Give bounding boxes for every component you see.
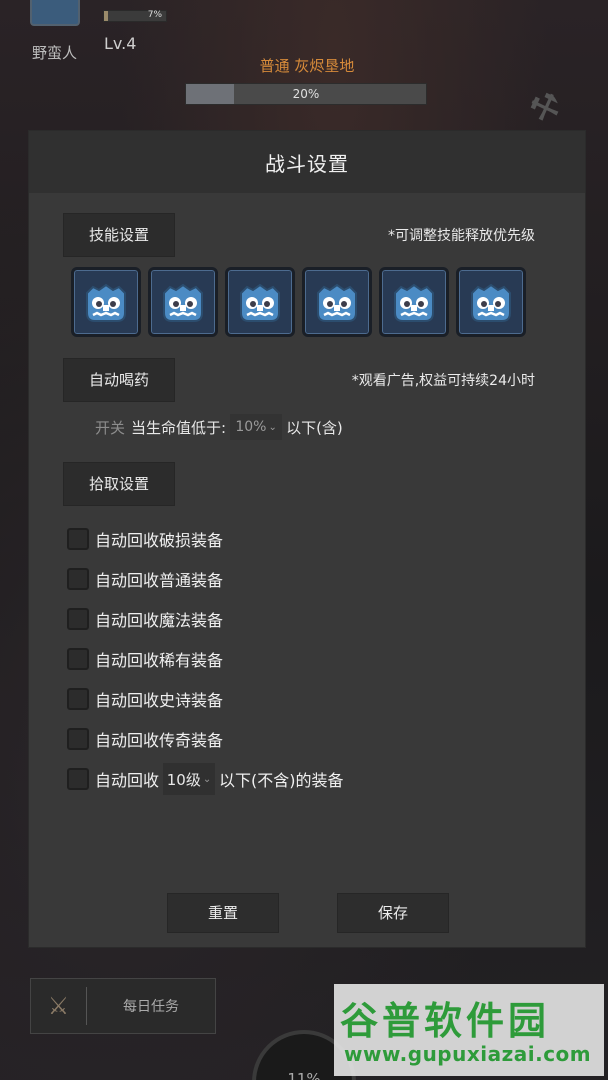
skill-slot[interactable] xyxy=(71,267,141,337)
battle-settings-dialog: 战斗设置 技能设置 *可调整技能释放优先级 自动喝药 *观看广告,权益可持续24… xyxy=(28,130,586,948)
skill-slot[interactable] xyxy=(148,267,218,337)
auto-potion-toggle[interactable] xyxy=(69,416,91,438)
godot-icon xyxy=(156,275,210,329)
pickup-options: 自动回收破损装备 自动回收普通装备 自动回收魔法装备 自动回收稀有装备 自动回收… xyxy=(67,519,344,799)
pickup-level-prefix: 自动回收 xyxy=(95,771,160,790)
save-button[interactable]: 保存 xyxy=(337,893,449,933)
pickup-option-label: 自动回收传奇装备 xyxy=(95,731,224,750)
pickup-option-label: 自动回收破损装备 xyxy=(95,531,224,550)
godot-icon xyxy=(464,275,518,329)
pickup-option-label: 自动回收稀有装备 xyxy=(95,651,224,670)
pickup-option[interactable]: 自动回收普通装备 xyxy=(67,559,344,599)
chevron-down-icon: ⌄ xyxy=(202,773,212,785)
checkbox[interactable] xyxy=(67,648,89,670)
daily-task-button[interactable]: ⚔ 每日任务 xyxy=(30,978,216,1034)
stage-name: 普通 灰烬垦地 xyxy=(259,57,355,75)
skill-slot[interactable] xyxy=(379,267,449,337)
stage-progress-bar: 20% xyxy=(185,83,427,105)
scroll-icon: ⚔ xyxy=(31,987,87,1025)
player-avatar[interactable] xyxy=(30,0,80,26)
skill-settings-note: *可调整技能释放优先级 xyxy=(388,228,535,244)
godot-icon xyxy=(79,275,133,329)
pickup-option[interactable]: 自动回收破损装备 xyxy=(67,519,344,559)
hp-condition-label: 当生命值低于: xyxy=(131,418,227,437)
skill-slot[interactable] xyxy=(225,267,295,337)
godot-icon xyxy=(310,275,364,329)
watermark-url: www.gupuxiazai.com xyxy=(344,1042,592,1066)
exp-bar-fill xyxy=(104,11,109,21)
pickup-level-select[interactable]: 10级 ⌄ xyxy=(163,763,216,795)
pickup-level-value: 10级 xyxy=(166,770,201,789)
skill-settings-button[interactable]: 技能设置 xyxy=(63,213,175,257)
pickup-option-label: 自动回收史诗装备 xyxy=(95,691,224,710)
pickup-option-label: 自动回收魔法装备 xyxy=(95,611,224,630)
checkbox[interactable] xyxy=(67,528,89,550)
exp-bar: 7% xyxy=(103,10,167,22)
skill-slot[interactable] xyxy=(302,267,372,337)
skill-slot[interactable] xyxy=(456,267,526,337)
godot-icon xyxy=(387,275,441,329)
pickup-level-option[interactable]: 自动回收 10级 ⌄ 以下(不含)的装备 xyxy=(67,759,344,799)
auto-potion-button[interactable]: 自动喝药 xyxy=(63,358,175,402)
player-level: Lv.4 xyxy=(104,34,137,53)
pickup-option[interactable]: 自动回收传奇装备 xyxy=(67,719,344,759)
pickup-option[interactable]: 自动回收魔法装备 xyxy=(67,599,344,639)
pickup-level-suffix: 以下(不含)的装备 xyxy=(219,771,344,790)
dialog-title: 战斗设置 xyxy=(265,151,349,176)
watermark: 谷普软件园 www.gupuxiazai.com xyxy=(334,984,604,1076)
stage-progress-text: 20% xyxy=(292,87,320,101)
chevron-down-icon: ⌄ xyxy=(268,421,277,433)
auto-potion-row: 开关 当生命值低于: 10% ⌄ 以下(含) xyxy=(69,414,343,440)
exp-percent: 7% xyxy=(147,10,162,20)
pickup-option-label: 自动回收普通装备 xyxy=(95,571,224,590)
daily-task-label: 每日任务 xyxy=(123,999,179,1015)
pickup-settings-button[interactable]: 拾取设置 xyxy=(63,462,175,506)
watermark-title: 谷普软件园 xyxy=(340,999,551,1043)
checkbox[interactable] xyxy=(67,568,89,590)
hp-threshold-value: 10% xyxy=(235,419,267,435)
checkbox[interactable] xyxy=(67,768,89,790)
pickup-option[interactable]: 自动回收史诗装备 xyxy=(67,679,344,719)
axe-icon: ⚒ xyxy=(524,83,567,133)
hp-threshold-select[interactable]: 10% ⌄ xyxy=(230,414,283,440)
pickup-option[interactable]: 自动回收稀有装备 xyxy=(67,639,344,679)
auto-potion-note: *观看广告,权益可持续24小时 xyxy=(351,373,535,389)
skill-slots xyxy=(71,267,526,337)
top-hud: 7% 野蛮人 Lv.4 普通 灰烬垦地 20% ⚒ xyxy=(0,0,608,133)
reset-button[interactable]: 重置 xyxy=(167,893,279,933)
toggle-label: 开关 xyxy=(95,418,126,437)
hp-threshold-suffix: 以下(含) xyxy=(286,418,343,437)
dialog-header: 战斗设置 xyxy=(29,131,585,193)
checkbox[interactable] xyxy=(67,688,89,710)
checkbox[interactable] xyxy=(67,728,89,750)
godot-icon xyxy=(233,275,287,329)
checkbox[interactable] xyxy=(67,608,89,630)
